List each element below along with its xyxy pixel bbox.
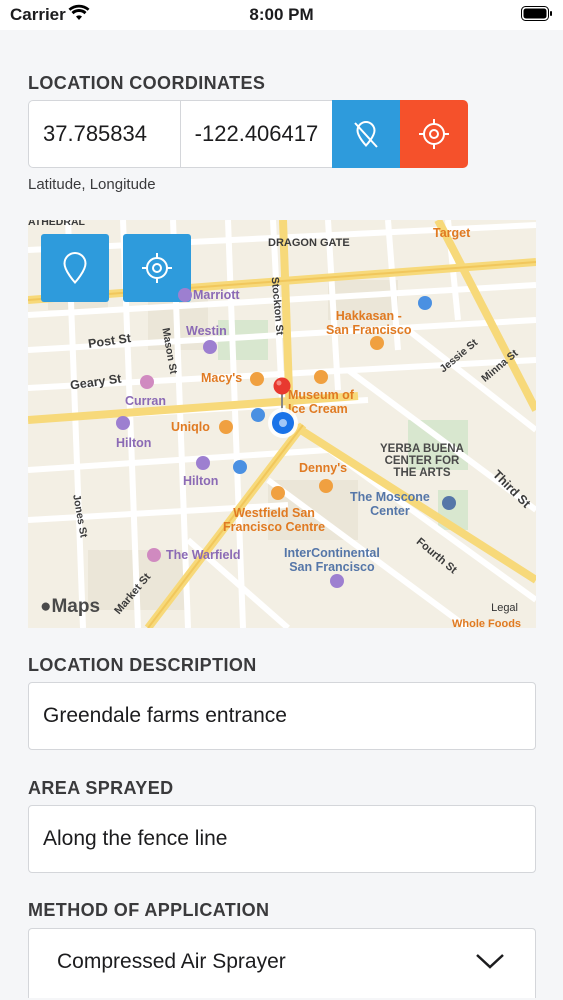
map-label-hilton-1: Hilton [116, 436, 152, 450]
longitude-field[interactable]: -122.406417 [179, 100, 333, 168]
hotel-poi-icon [203, 340, 217, 354]
hotel-poi-icon [116, 416, 130, 430]
location-description-field[interactable]: Greendale farms entrance [28, 682, 536, 750]
map-label-curran: Curran [125, 394, 166, 408]
map-label-hilton-2: Hilton [183, 474, 219, 488]
map-label-moscone: The Moscone Center [350, 490, 430, 518]
map-label-marriott: Marriott [193, 288, 240, 302]
ice-cream-poi-icon [314, 370, 328, 384]
coordinates-row: 37.785834 -122.406417 [28, 100, 468, 168]
location-coordinates-label: LOCATION COORDINATES [28, 73, 266, 93]
map-label-intercontinental: InterContinental San Francisco [284, 546, 380, 574]
status-bar: Carrier 8:00 PM [0, 0, 563, 30]
drop-pin-button[interactable] [41, 234, 109, 302]
map-label-target: Target [433, 226, 471, 240]
location-description-label: LOCATION DESCRIPTION [28, 655, 257, 675]
user-location-icon [268, 408, 298, 438]
map-label-westin: Westin [186, 324, 227, 338]
maps-logo: ●Maps [40, 596, 100, 618]
restaurant-poi-icon [370, 336, 384, 350]
convention-poi-icon [442, 496, 456, 510]
map-label-uniqlo: Uniqlo [171, 420, 210, 434]
shopping-poi-icon [271, 486, 285, 500]
clock: 8:00 PM [249, 5, 314, 24]
parking-poi-icon [251, 408, 265, 422]
area-sprayed-field[interactable]: Along the fence line [28, 805, 536, 873]
legal-link[interactable]: Legal [491, 602, 518, 614]
shopping-poi-icon [219, 420, 233, 434]
clear-location-button[interactable] [332, 100, 401, 168]
crosshair-icon [142, 253, 172, 283]
map-label-dennys: Denny's [299, 461, 348, 475]
map-view[interactable]: ATHEDRAL DRAGON GATE Target Marriott Hak… [28, 220, 536, 628]
method-of-application-select[interactable]: Compressed Air Sprayer [28, 928, 536, 998]
coordinates-hint: Latitude, Longitude [28, 176, 156, 193]
map-label-westfield: Westfield San Francisco Centre [223, 506, 326, 534]
area-sprayed-label: AREA SPRAYED [28, 778, 174, 798]
hotel-poi-icon [196, 456, 210, 470]
apple-logo-icon: ● [40, 596, 52, 617]
latitude-field[interactable]: 37.785834 [28, 100, 180, 168]
map-label-macys: Macy's [201, 371, 243, 385]
map-label-dragon-gate: DRAGON GATE [268, 237, 350, 249]
map-label-warfield: The Warfield [166, 548, 241, 562]
hotel-poi-icon [330, 574, 344, 588]
music-poi-icon [147, 548, 161, 562]
method-selected-value: Compressed Air Sprayer [57, 950, 286, 973]
transit-poi-icon [233, 460, 247, 474]
map-label-cathedral: ATHEDRAL [28, 220, 85, 228]
map-label-hakkasan: Hakkasan - San Francisco [326, 309, 412, 337]
shopping-poi-icon [250, 372, 264, 386]
location-off-icon [354, 120, 378, 148]
crosshair-icon [419, 119, 450, 149]
map-label-yerba-buena: YERBA BUENA CENTER FOR THE ARTS [380, 443, 464, 479]
map-pin-icon [63, 251, 87, 284]
hotel-poi-icon [178, 288, 192, 302]
map-label-whole-foods: Whole Foods [452, 618, 522, 628]
restaurant-poi-icon [319, 479, 333, 493]
theater-poi-icon [140, 375, 154, 389]
maps-logo-text: Maps [51, 596, 101, 617]
battery-icon [521, 6, 552, 21]
use-current-location-button[interactable] [400, 100, 468, 168]
shopping-poi-icon [418, 296, 432, 310]
method-of-application-label: METHOD OF APPLICATION [28, 900, 270, 920]
chevron-down-icon [476, 954, 504, 969]
